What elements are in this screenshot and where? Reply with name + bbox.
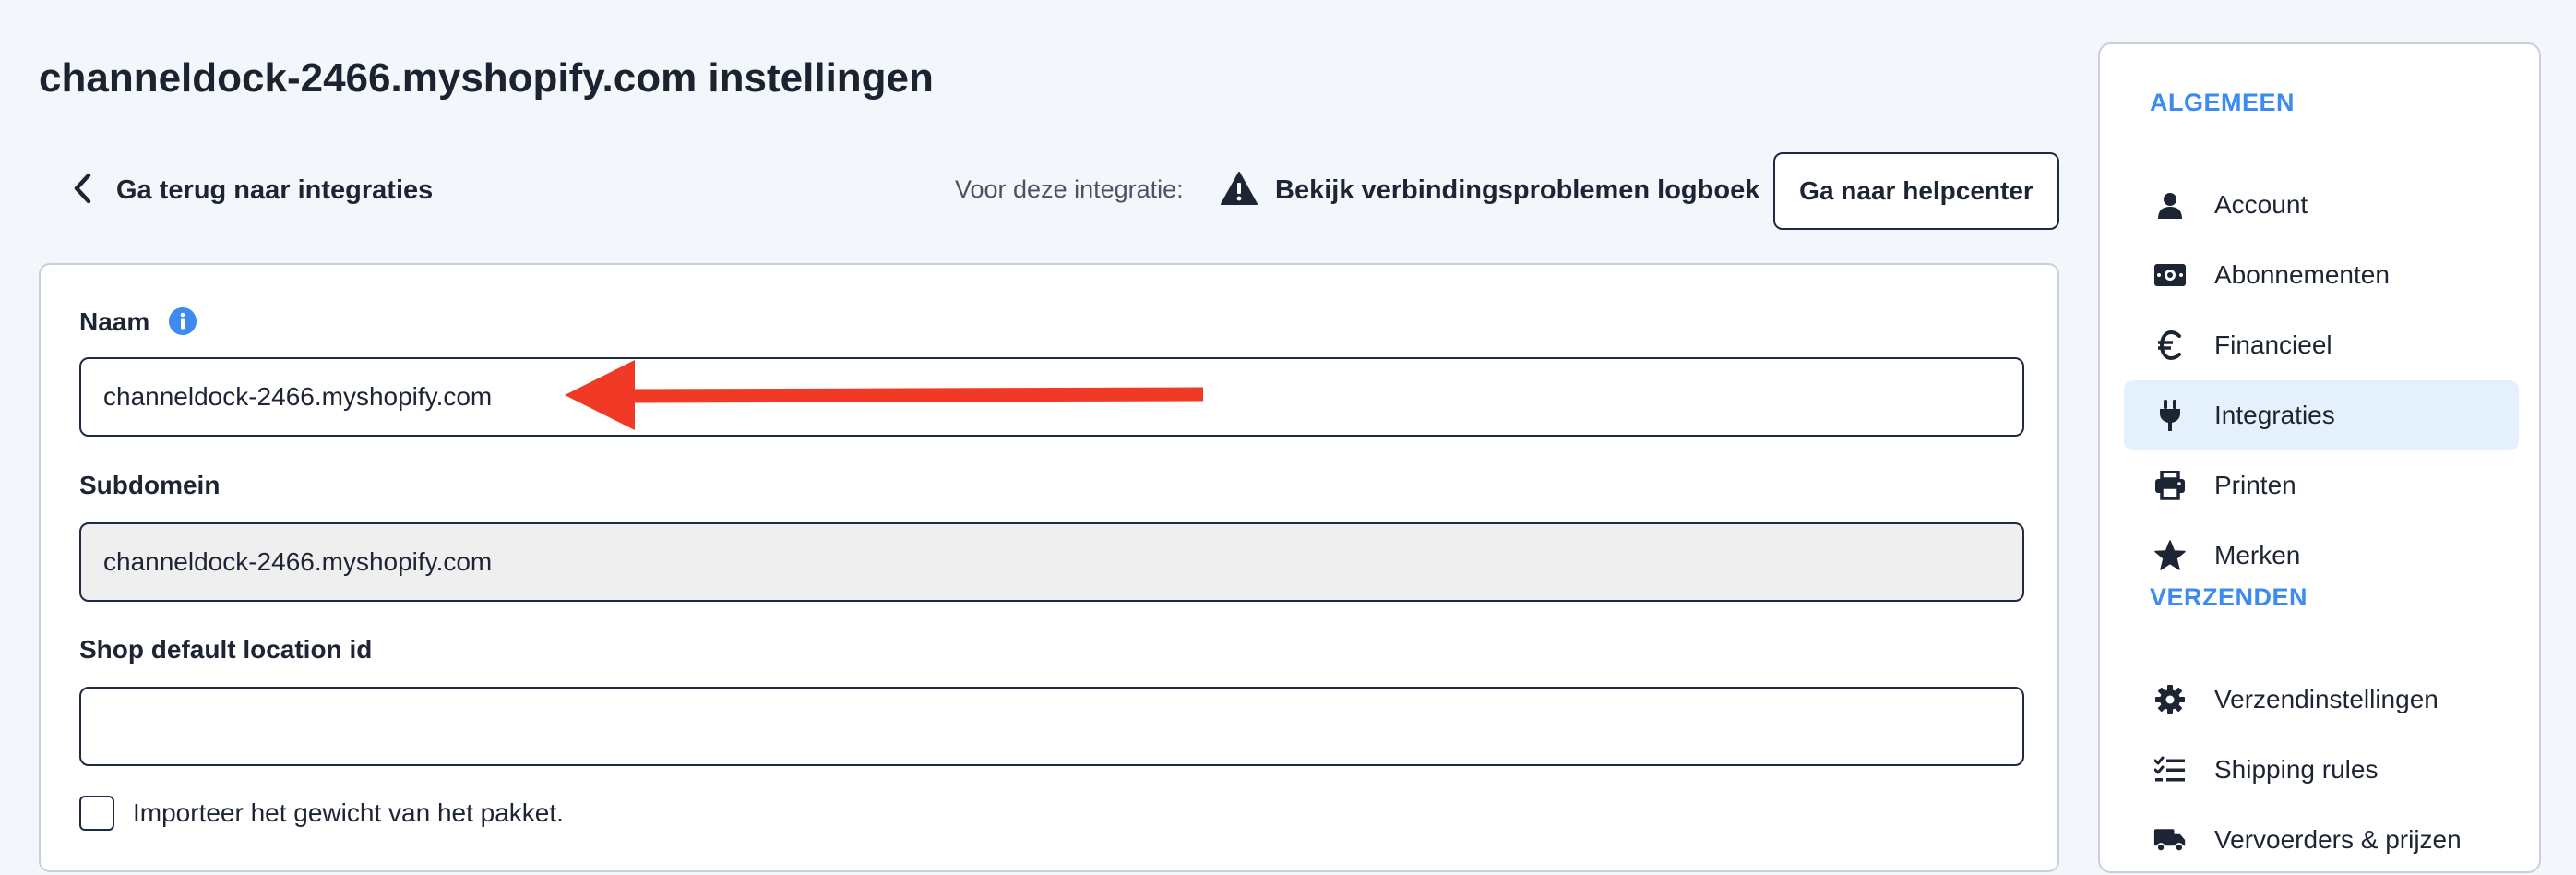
warning-icon <box>1220 171 1258 210</box>
connection-logbook-link[interactable]: Bekijk verbindingsproblemen logboek <box>1220 166 1759 214</box>
money-icon <box>2153 258 2187 292</box>
sidebar-item-label: Merken <box>2214 541 2301 569</box>
subdomain-input <box>79 522 2024 602</box>
name-label: Naam <box>79 307 150 336</box>
section-shipping-label: VERZENDEN <box>2150 583 2308 611</box>
sidebar-item-account[interactable]: Account <box>2124 170 2519 240</box>
sidebar-item-financial[interactable]: Financieel <box>2124 310 2519 380</box>
weight-checkbox[interactable] <box>79 796 114 831</box>
sidebar-item-printing[interactable]: Printen <box>2124 450 2519 521</box>
location-id-input[interactable] <box>79 687 2024 766</box>
sidebar-item-label: Financieel <box>2214 330 2332 359</box>
sidebar-item-label: Shipping rules <box>2214 755 2379 784</box>
sidebar-item-shipping-rules[interactable]: Shipping rules <box>2124 735 2519 805</box>
euro-icon <box>2153 329 2187 362</box>
info-icon[interactable] <box>168 306 197 341</box>
sidebar-item-subscriptions[interactable]: Abonnementen <box>2124 240 2519 310</box>
plug-icon <box>2153 399 2187 432</box>
chevron-left-icon <box>72 172 92 210</box>
star-icon <box>2153 539 2187 572</box>
sidebar-item-label: Integraties <box>2214 401 2335 429</box>
section-general-label: ALGEMEEN <box>2150 89 2296 116</box>
sidebar-item-label: Printen <box>2214 471 2296 499</box>
gear-icon <box>2153 683 2187 716</box>
user-icon <box>2153 188 2187 222</box>
sidebar-item-carriers[interactable]: Vervoerders & prijzen <box>2124 805 2519 875</box>
page-title: channeldock-2466.myshopify.com instellin… <box>39 55 934 101</box>
printer-icon <box>2153 469 2187 502</box>
subdomain-label: Subdomein <box>79 471 221 499</box>
helpcenter-button[interactable]: Ga naar helpcenter <box>1773 152 2059 230</box>
weight-checkbox-row[interactable]: Importeer het gewicht van het pakket. <box>79 796 564 831</box>
truck-icon <box>2153 823 2187 857</box>
logbook-label: Bekijk verbindingsproblemen logboek <box>1275 174 1760 205</box>
location-id-label: Shop default location id <box>79 635 373 664</box>
integration-label: Voor deze integratie: <box>955 175 1184 203</box>
sidebar-item-shipping-settings[interactable]: Verzendinstellingen <box>2124 665 2519 735</box>
sidebar-item-label: Vervoerders & prijzen <box>2214 825 2462 854</box>
sidebar-item-brands[interactable]: Merken <box>2124 521 2519 591</box>
back-to-integrations-link[interactable]: Ga terug naar integraties <box>72 166 433 214</box>
checklist-icon <box>2153 753 2187 786</box>
sidebar-item-label: Account <box>2214 190 2308 219</box>
sidebar-item-integrations[interactable]: Integraties <box>2124 380 2519 450</box>
sidebar-item-label: Verzendinstellingen <box>2214 685 2439 713</box>
back-link-label: Ga terug naar integraties <box>116 174 434 205</box>
settings-sidebar: ALGEMEEN Account Abonnementen Financieel… <box>2098 42 2541 873</box>
sidebar-item-label: Abonnementen <box>2214 260 2390 289</box>
weight-checkbox-label: Importeer het gewicht van het pakket. <box>133 798 564 827</box>
annotation-arrow <box>565 360 1204 430</box>
